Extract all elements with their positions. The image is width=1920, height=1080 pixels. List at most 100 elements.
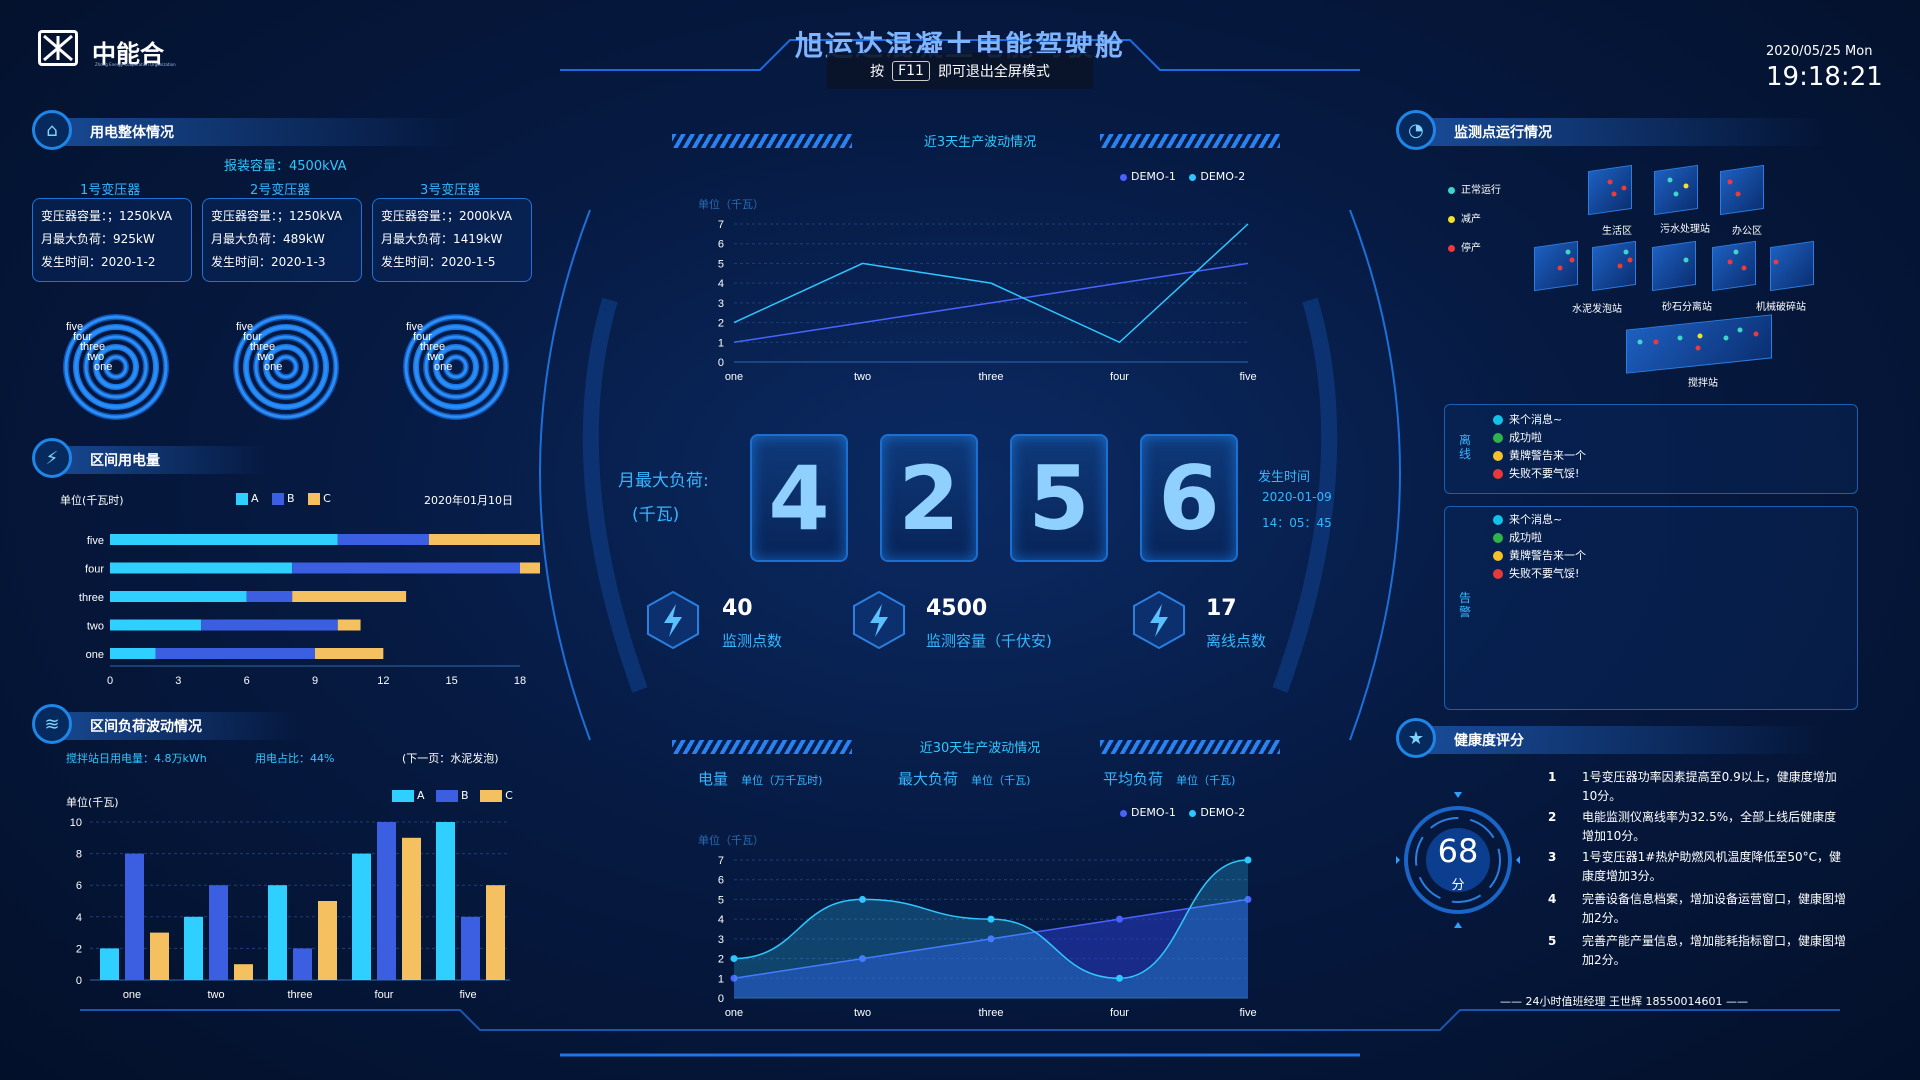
bar-segment: [292, 591, 407, 602]
transformer-2-card[interactable]: 变压器容量：；1250kVA 月最大负荷：489kW 发生时间：2020-1-3: [202, 198, 362, 282]
transformer-ring-chart: fivefourthreetwoone: [63, 314, 169, 420]
y-tick-label: 7: [718, 855, 724, 867]
y-tick-label: 5: [718, 894, 724, 906]
max-load-digit: 5: [1010, 434, 1108, 562]
tab-max-load[interactable]: 最大负荷 单位（千瓦): [898, 768, 1103, 789]
data-point: [859, 895, 866, 903]
transformer-1-card[interactable]: 变压器容量：；1250kVA 月最大负荷：925kW 发生时间：2020-1-2: [32, 198, 192, 282]
list-item[interactable]: 失败不要气馁!: [1493, 565, 1586, 583]
top-line-chart: 0 1 2 3 4 5 6 7 one two three four five: [718, 219, 1257, 383]
top-chart-legend: DEMO-1 DEMO-2: [1120, 170, 1245, 183]
y-tick-label: one: [86, 649, 104, 661]
data-point: [987, 915, 995, 923]
legend-a: A: [251, 492, 259, 505]
msg-text: 黄牌警告来一个: [1509, 549, 1586, 562]
legend-c: C: [323, 492, 331, 505]
stat-capacity: 4500: [926, 596, 988, 621]
load-wave-chart: 0 2 4 6 8 10 one two three four five: [70, 817, 510, 1001]
header-time: 19:18:21: [1766, 62, 1883, 92]
x-tick-label: two: [854, 1007, 871, 1019]
stat-offline-label: 离线点数: [1206, 632, 1267, 650]
bar-segment: [337, 619, 361, 631]
y-tick-label: two: [87, 621, 104, 633]
legend-b-swatch: [272, 493, 285, 505]
list-item[interactable]: 成功啦: [1493, 429, 1586, 447]
interval-power-unit: 单位(千瓦时): [60, 494, 124, 507]
max-load-digit: 4: [750, 434, 848, 562]
tab-energy[interactable]: 电量 单位（万千瓦时): [698, 768, 898, 789]
monitor-legend: 正常运行 减产 停产: [1448, 176, 1501, 263]
y-tick-label: 0: [718, 993, 724, 1005]
bar: [125, 853, 144, 980]
occur-time: 14：05：45: [1262, 516, 1332, 530]
max-load-label: 月最大负荷:: [618, 471, 709, 491]
data-point: [730, 955, 738, 963]
list-item[interactable]: 来个消息~: [1493, 411, 1586, 429]
y-tick-label: 4: [718, 914, 724, 926]
x-tick-label: one: [725, 1007, 743, 1019]
msg-text: 黄牌警告来一个: [1509, 449, 1586, 462]
stat-offline-count: 17: [1206, 596, 1237, 621]
bar: [318, 901, 337, 980]
bar-segment: [155, 648, 315, 659]
star-icon: ★: [1396, 718, 1436, 758]
interval-power-title: 区间用电量: [90, 453, 160, 469]
alarm-messages: 来个消息~ 成功啦 黄牌警告来一个 失败不要气馁!: [1493, 511, 1586, 583]
x-tick-label: 3: [175, 675, 181, 687]
list-item[interactable]: 成功啦: [1493, 529, 1586, 547]
y-tick-label: 6: [718, 875, 724, 887]
legend-stopped: 停产: [1461, 243, 1481, 254]
x-tick-label: 12: [377, 675, 389, 687]
x-tick-label: 6: [244, 675, 250, 687]
x-tick-label: five: [1239, 371, 1256, 383]
health-footer: —— 24小时值班经理 王世辉 18550014601 ——: [1500, 995, 1748, 1008]
transformer-1-name: 1号变压器: [80, 183, 141, 198]
y-tick-label: 4: [718, 278, 724, 290]
interval-power-legend: A B C: [236, 492, 331, 505]
legend-normal: 正常运行: [1461, 185, 1501, 196]
demo2-dot: [1189, 173, 1197, 181]
offline-label: 离线: [1459, 433, 1472, 461]
f11-key: F11: [892, 61, 930, 81]
monitor-title: 监测点运行情况: [1454, 125, 1552, 141]
x-tick-label: four: [375, 989, 394, 1001]
data-point: [1244, 856, 1252, 864]
power-overview-title: 用电整体情况: [90, 125, 174, 141]
list-item[interactable]: 失败不要气馁!: [1493, 465, 1586, 483]
x-tick-label: five: [459, 989, 476, 1001]
transformer-3-capacity: 变压器容量：；2000kVA: [381, 209, 513, 223]
bar-segment: [110, 591, 247, 602]
home-icon: ⌂: [32, 110, 72, 150]
occur-label: 发生时间: [1258, 470, 1311, 485]
load-wave-next[interactable]: (下一页：水泥发泡): [402, 750, 499, 766]
transformer-1-capacity: 变压器容量：；1250kVA: [41, 209, 173, 223]
list-item[interactable]: 黄牌警告来一个: [1493, 447, 1586, 465]
transformer-3-name: 3号变压器: [420, 183, 481, 198]
lightning-hex-icon: [647, 590, 699, 650]
tab-max-load-unit: 单位（千瓦): [971, 774, 1031, 787]
stripe-deco: [1100, 740, 1280, 754]
ring-label: one: [264, 361, 282, 373]
list-item[interactable]: 黄牌警告来一个: [1493, 547, 1586, 565]
transformer-3-card[interactable]: 变压器容量：；2000kVA 月最大负荷：1419kW 发生时间：2020-1-…: [372, 198, 532, 282]
stat-monitor-count: 40: [722, 596, 753, 621]
transformer-ring-chart: fivefourthreetwoone: [233, 314, 339, 420]
y-tick-label: 3: [718, 298, 724, 310]
error-dot: [1493, 569, 1503, 579]
offline-messages: 来个消息~ 成功啦 黄牌警告来一个 失败不要气馁!: [1493, 411, 1586, 483]
stat-monitor-label: 监测点数: [722, 632, 783, 650]
list-item[interactable]: 来个消息~: [1493, 511, 1586, 529]
health-item-num: 2: [1548, 810, 1557, 824]
interval-power-date: 2020年01月10日: [424, 494, 513, 507]
list-item: 1 1号变压器功率因素提高至0.9以上，健康度增加10分。: [1548, 768, 1848, 806]
bar: [293, 948, 312, 980]
bar: [100, 948, 119, 980]
stripe-deco: [672, 134, 852, 148]
health-item-num: 3: [1548, 850, 1557, 864]
health-item-text: 1号变压器1#热炉助燃风机温度降低至50°C，健康度增加3分。: [1582, 850, 1841, 883]
legend-c-swatch: [308, 493, 321, 505]
tab-avg-load[interactable]: 平均负荷 单位（千瓦): [1103, 768, 1303, 789]
top-chart-title: 近3天生产波动情况: [923, 135, 1037, 150]
max-load-digit: 6: [1140, 434, 1238, 562]
bar: [150, 932, 169, 980]
